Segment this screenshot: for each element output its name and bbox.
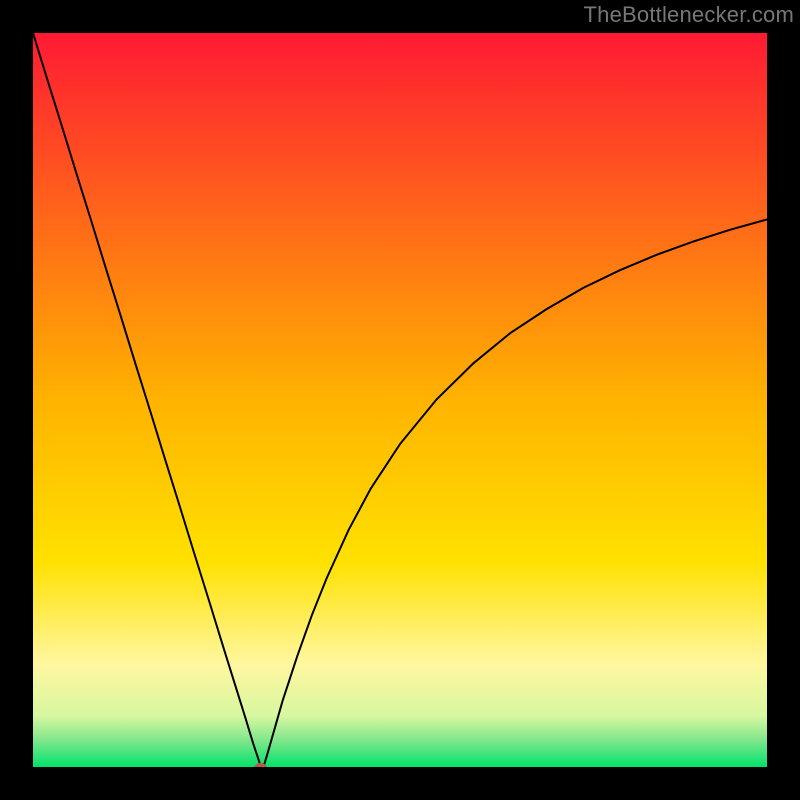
plot-area bbox=[33, 33, 767, 767]
plot-svg bbox=[33, 33, 767, 767]
attribution-text: TheBottlenecker.com bbox=[584, 2, 794, 28]
gradient-background bbox=[33, 33, 767, 767]
chart-frame: TheBottlenecker.com bbox=[0, 0, 800, 800]
